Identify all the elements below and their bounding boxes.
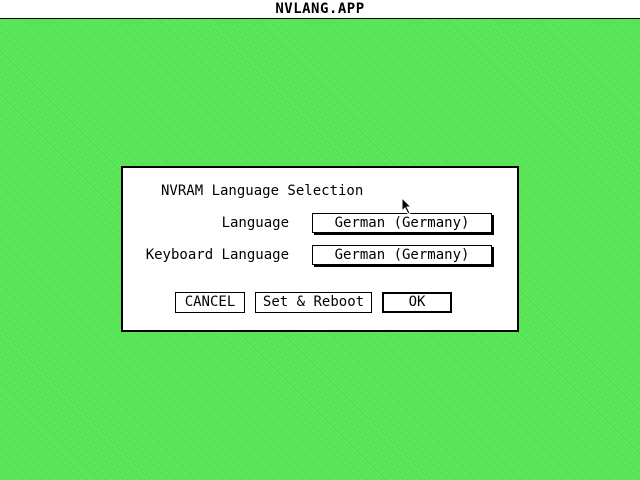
arrow-pointer-icon xyxy=(401,197,413,215)
language-popup-button[interactable]: German (Germany) xyxy=(312,213,492,233)
ok-button[interactable]: OK xyxy=(382,292,452,313)
set-and-reboot-button[interactable]: Set & Reboot xyxy=(255,292,372,313)
keyboard-language-label: Keyboard Language xyxy=(145,247,289,263)
cancel-button[interactable]: CANCEL xyxy=(175,292,245,313)
app-title: NVLANG.APP xyxy=(275,1,365,17)
keyboard-language-popup-button[interactable]: German (Germany) xyxy=(312,245,492,265)
menu-bar: NVLANG.APP xyxy=(0,0,640,19)
dialog-heading: NVRAM Language Selection xyxy=(161,183,364,199)
language-label: Language xyxy=(221,215,289,231)
language-dialog: NVRAM Language Selection Language German… xyxy=(121,166,519,332)
